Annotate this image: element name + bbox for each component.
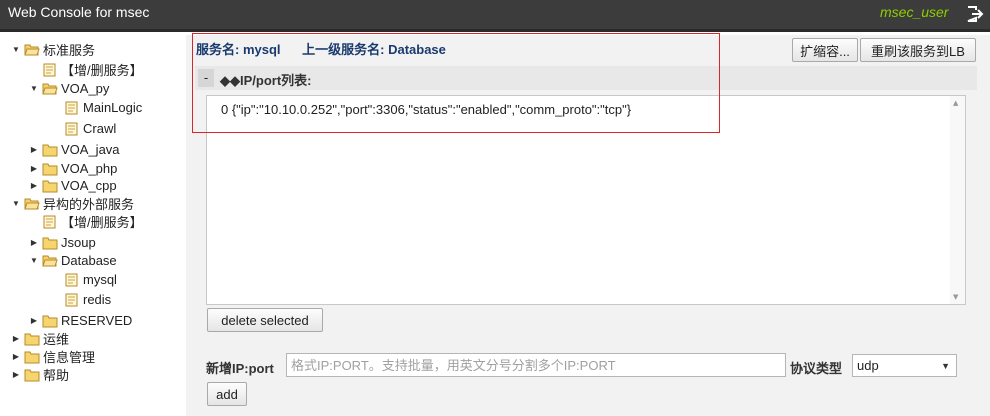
service-header: 服务名: mysql 上一级服务名: Database [196,39,464,58]
tree-item[interactable]: 【增/删服务】 [40,212,143,231]
folder-icon [42,179,61,193]
expanded-toggle-icon[interactable]: ▼ [28,83,40,95]
folder-open-icon [42,254,61,268]
tree-item[interactable]: ▼ 标准服务 [10,40,95,59]
tree-item[interactable]: ▼ Database [28,251,117,270]
tree-item[interactable]: ▶ VOA_cpp [28,176,117,195]
document-icon [64,273,83,287]
tree-item-label: VOA_java [61,142,120,157]
list-item[interactable]: 0 {"ip":"10.10.0.252","port":3306,"statu… [221,102,631,117]
document-icon [64,122,83,136]
tree-item[interactable]: Crawl [62,119,116,138]
protocol-select[interactable]: udp ▼ [852,354,957,377]
delete-selected-button[interactable]: delete selected [207,308,323,332]
folder-icon [24,368,43,382]
ip-port-list[interactable]: 0 {"ip":"10.10.0.252","port":3306,"statu… [206,95,966,305]
tree-item[interactable]: mysql [62,270,117,289]
tree-item-label: VOA_php [61,161,118,176]
tree-item-label: VOA_py [61,81,110,96]
tree-item-label: Database [61,253,117,268]
collapsed-toggle-icon[interactable]: ▶ [28,180,40,192]
tree-item-label: 运维 [43,332,70,347]
collapsed-toggle-icon[interactable]: ▶ [28,315,40,327]
parent-service-name: 上一级服务名: Database [302,42,446,57]
tree-item-label: 标准服务 [43,43,96,58]
tree-item[interactable]: ▶ 运维 [10,329,69,348]
ip-port-input[interactable] [286,353,786,377]
protocol-label: 协议类型 [790,361,843,376]
tree-item-label: RESERVED [61,313,133,328]
tree-item-label: 帮助 [43,368,70,383]
tree-item-label: 异构的外部服务 [43,197,135,212]
tree-item[interactable]: ▼ VOA_py [28,79,109,98]
logout-icon[interactable] [964,4,984,24]
ip-list-panel-header [195,66,977,90]
tree-item[interactable]: 【增/删服务】 [40,60,143,79]
folder-icon [24,350,43,364]
expand-button[interactable]: 扩缩容... [792,38,858,62]
collapse-button[interactable]: - [198,69,214,87]
scroll-up-icon[interactable]: ▲ [953,99,958,107]
tree-item-label: redis [83,292,112,307]
folder-open-icon [24,43,43,57]
tree-item-label: MainLogic [83,100,143,115]
collapsed-toggle-icon[interactable]: ▶ [28,237,40,249]
tree-item-label: VOA_cpp [61,178,117,193]
document-icon [42,215,61,229]
folder-icon [42,314,61,328]
refresh-lb-button[interactable]: 重刷该服务到LB [860,38,976,62]
tree-item[interactable]: ▶ 帮助 [10,365,69,384]
document-icon [64,101,83,115]
document-icon [42,63,61,77]
expanded-toggle-icon[interactable]: ▼ [10,44,22,56]
top-bar: Web Console for msec msec_user [0,0,990,32]
document-icon [64,293,83,307]
new-ip-label: 新增IP:port [206,361,274,376]
service-name: 服务名: mysql [196,42,281,57]
app-title: Web Console for msec [8,4,150,20]
tree-item-label: Jsoup [61,235,96,250]
tree-item-label: mysql [83,272,117,287]
protocol-value: udp [857,358,879,373]
folder-open-icon [42,82,61,96]
tree-item-label: Crawl [83,121,117,136]
folder-icon [42,143,61,157]
collapsed-toggle-icon[interactable]: ▶ [10,351,22,363]
collapsed-toggle-icon[interactable]: ▶ [10,333,22,345]
sidebar-tree: ▼ 标准服务【增/删服务】 ▼ VOA_py MainLogic Crawl ▶ VOA_ja… [0,35,186,416]
user-name-link[interactable]: msec_user [880,4,948,20]
expanded-toggle-icon[interactable]: ▼ [10,198,22,210]
tree-item[interactable]: ▶ 信息管理 [10,347,95,366]
folder-open-icon [24,197,43,211]
tree-item[interactable]: redis [62,290,111,309]
tree-item-label: 【增/删服务】 [61,63,143,78]
tree-item[interactable]: ▶ Jsoup [28,233,96,252]
chevron-down-icon: ▼ [941,361,950,371]
collapsed-toggle-icon[interactable]: ▶ [28,163,40,175]
add-button[interactable]: add [207,382,247,406]
scroll-down-icon[interactable]: ▼ [953,293,958,301]
tree-item[interactable]: ▼ 异构的外部服务 [10,194,134,213]
collapsed-toggle-icon[interactable]: ▶ [28,144,40,156]
collapsed-toggle-icon[interactable]: ▶ [10,369,22,381]
list-scrollbar[interactable]: ▲ ▼ [950,96,965,304]
expanded-toggle-icon[interactable]: ▼ [28,255,40,267]
folder-icon [42,236,61,250]
tree-item[interactable]: ▶ VOA_java [28,140,120,159]
folder-icon [24,332,43,346]
tree-item-label: 信息管理 [43,350,96,365]
tree-item[interactable]: MainLogic [62,98,142,117]
folder-icon [42,162,61,176]
tree-item-label: 【增/删服务】 [61,215,143,230]
ip-list-title: ◆◆IP/port列表: [220,73,312,88]
tree-item[interactable]: ▶ RESERVED [28,311,132,330]
